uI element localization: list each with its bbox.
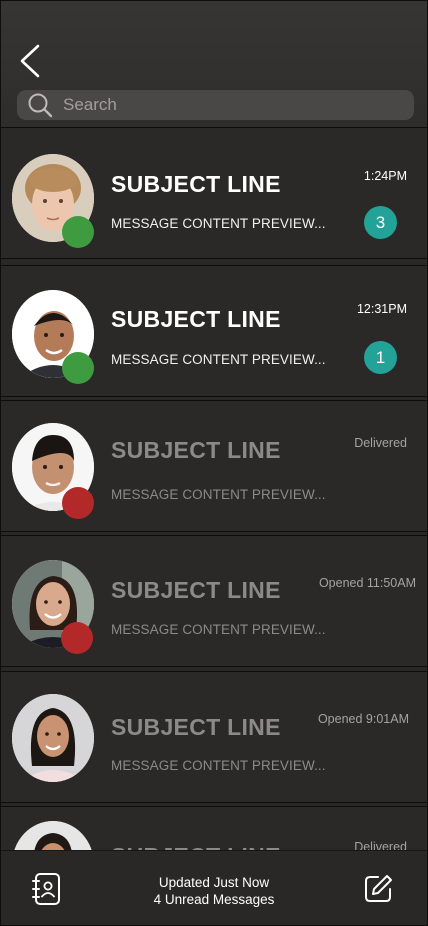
bottom-toolbar: Updated Just Now 4 Unread Messages: [1, 850, 427, 925]
unread-count-badge: 1: [364, 341, 397, 374]
offline-status-dot: [61, 622, 93, 654]
header: [1, 1, 427, 127]
online-status-dot: [62, 216, 94, 248]
online-status-dot: [62, 352, 94, 384]
compose-button[interactable]: [361, 871, 395, 907]
conversation-row[interactable]: SUBJECT LINE MESSAGE CONTENT PREVIEW... …: [1, 127, 427, 259]
message-preview: MESSAGE CONTENT PREVIEW...: [111, 622, 326, 637]
offline-status-dot: [62, 487, 94, 519]
back-button[interactable]: [15, 41, 43, 81]
conversation-row[interactable]: SUBJECT LINE MESSAGE CONTENT PREVIEW... …: [1, 535, 427, 667]
opened-status: Opened 11:50AM: [318, 576, 416, 590]
conversation-row[interactable]: SUBJECT LINE MESSAGE CONTENT PREVIEW... …: [1, 265, 427, 397]
opened-status: Opened 9:01AM: [317, 712, 409, 726]
subject-line: SUBJECT LINE: [111, 171, 281, 197]
search-icon: [27, 92, 53, 118]
subject-line: SUBJECT LINE: [111, 714, 281, 740]
conversation-row[interactable]: SUBJECT LINE MESSAGE CONTENT PREVIEW... …: [1, 400, 427, 532]
timestamp: 1:24PM: [363, 169, 407, 183]
conversation-row[interactable]: SUBJECT LINE MESSAGE CONTENT PREVIEW... …: [1, 671, 427, 803]
subject-line: SUBJECT LINE: [111, 437, 281, 463]
messages-screen: SUBJECT LINE MESSAGE CONTENT PREVIEW... …: [0, 0, 428, 926]
search-bar[interactable]: [17, 90, 414, 120]
message-preview: MESSAGE CONTENT PREVIEW...: [111, 758, 326, 773]
unread-count-badge: 3: [364, 206, 397, 239]
message-preview: MESSAGE CONTENT PREVIEW...: [111, 487, 326, 502]
delivery-status: Delivered: [354, 436, 407, 450]
subject-line: SUBJECT LINE: [111, 306, 281, 332]
timestamp: 12:31PM: [356, 302, 407, 316]
back-chevron-icon: [20, 44, 40, 78]
compose-pencil-icon: [365, 875, 392, 902]
subject-line: SUBJECT LINE: [111, 577, 281, 603]
message-preview: MESSAGE CONTENT PREVIEW...: [111, 352, 326, 367]
search-input[interactable]: [61, 94, 385, 116]
message-preview: MESSAGE CONTENT PREVIEW...: [111, 216, 326, 231]
avatar: [12, 694, 94, 782]
